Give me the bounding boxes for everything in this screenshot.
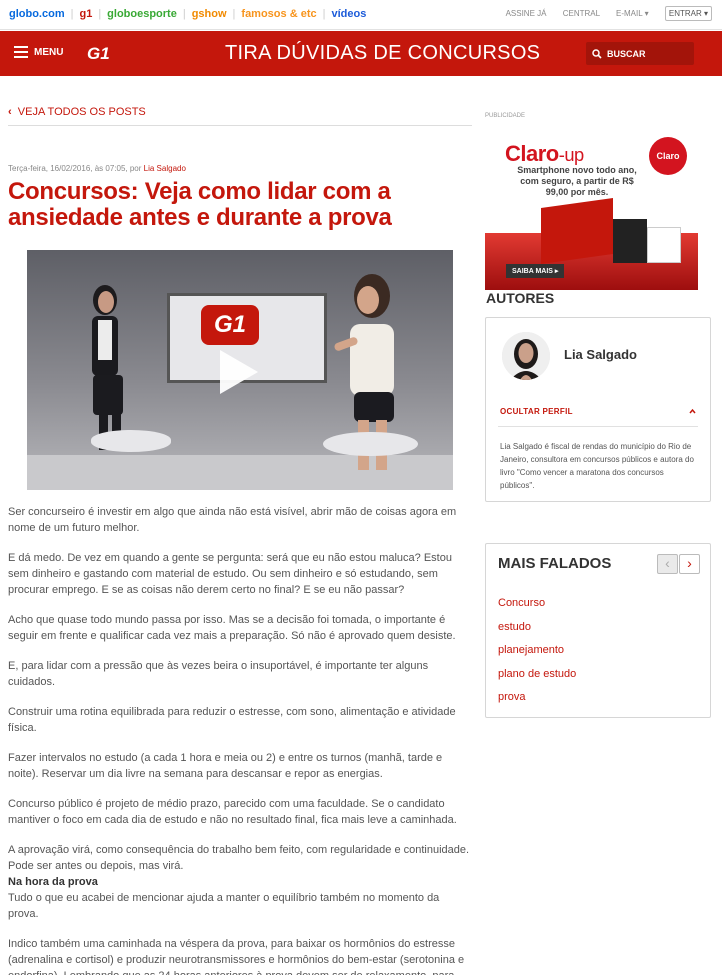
famosos-link[interactable]: famosos & etc (241, 8, 316, 20)
tag-link[interactable]: Concurso (498, 595, 576, 619)
hide-profile-toggle[interactable]: OCULTAR PERFIL (500, 407, 573, 416)
most-discussed-list: Concurso estudo planejamento plano de es… (498, 595, 576, 713)
post-date: Terça-feira, 16/02/2016, às 07:05, por (8, 164, 142, 173)
chevron-left-icon: ‹ (8, 106, 12, 118)
globo-portal-links: globo.com | g1 | globoesporte | gshow | famosos … (9, 8, 372, 20)
post-paragraph: E dá medo. De vez em quando a gente se p… (8, 552, 452, 596)
divider (8, 125, 472, 126)
video-g1-logo: G1 (201, 305, 259, 345)
email-link[interactable]: E-MAIL ▾ (616, 9, 649, 18)
tag-link[interactable]: estudo (498, 619, 576, 643)
video-chair-left (91, 430, 171, 452)
divider (498, 426, 698, 427)
back-link-label: VEJA TODOS OS POSTS (17, 106, 146, 118)
search-button[interactable]: BUSCAR (586, 42, 694, 65)
post-paragraph: Tudo o que eu acabei de mencionar ajuda … (8, 892, 440, 920)
separator: | (322, 8, 326, 20)
post-paragraph: Acho que quase todo mundo passa por isso… (8, 614, 456, 642)
post-paragraph: Concurso público é projeto de médio praz… (8, 798, 457, 826)
videos-link[interactable]: vídeos (331, 8, 366, 20)
separator: | (98, 8, 102, 20)
tag-link[interactable]: plano de estudo (498, 666, 576, 690)
post-author-link[interactable]: Lia Salgado (144, 164, 186, 173)
ad-label: PUBLICIDADE (485, 113, 526, 119)
post-body: Ser concurseiro é investir em algo que a… (8, 504, 470, 975)
post-paragraph: Fazer intervalos no estudo (a cada 1 hor… (8, 752, 443, 780)
gshow-link[interactable]: gshow (192, 8, 227, 20)
authors-heading: AUTORES (486, 290, 555, 306)
advertisement-banner[interactable]: Claro-up Claro Smartphone novo todo ano,… (485, 123, 698, 290)
hamburger-icon (14, 46, 28, 58)
claro-logo: Claro (649, 137, 687, 175)
blog-title[interactable]: TIRA DÚVIDAS DE CONCURSOS (225, 42, 540, 65)
chevron-up-icon[interactable] (689, 408, 696, 415)
menu-button[interactable]: MENU (14, 46, 63, 58)
post-paragraph: Indico também uma caminhada na véspera d… (8, 938, 465, 975)
post-paragraph: Ser concurseiro é investir em algo que a… (8, 506, 457, 534)
post-paragraph: A aprovação virá, como consequência do t… (8, 844, 470, 872)
most-discussed-title: MAIS FALADOS (498, 555, 612, 572)
most-discussed-widget: MAIS FALADOS ‹ › Concurso estudo planeja… (485, 543, 711, 718)
site-header: MENU G1 TIRA DÚVIDAS DE CONCURSOS BUSCAR (0, 31, 722, 76)
post-subheading: Na hora da prova (8, 876, 98, 888)
search-icon (592, 48, 602, 59)
g1-link[interactable]: g1 (79, 8, 92, 20)
globo-account-links: ASSINE JÁ CENTRAL E-MAIL ▾ ENTRAR ▾ (492, 6, 712, 21)
assine-link[interactable]: ASSINE JÁ (506, 9, 547, 18)
post-paragraph: E, para lidar com a pressão que às vezes… (8, 660, 429, 688)
author-bio: Lia Salgado é fiscal de rendas do municí… (500, 442, 694, 490)
ad-brand: Claro (505, 141, 559, 166)
video-chair-right (323, 432, 418, 456)
login-button[interactable]: ENTRAR ▾ (664, 6, 712, 21)
next-button[interactable]: › (679, 554, 700, 574)
g1-logo[interactable]: G1 (87, 44, 110, 64)
ad-text: Smartphone novo todo ano, com seguro, a … (517, 165, 637, 197)
separator: | (182, 8, 186, 20)
video-player[interactable]: G1 (27, 250, 453, 490)
ad-product: -up (558, 144, 585, 165)
post-title: Concursos: Veja como lidar com a ansieda… (8, 178, 392, 231)
ad-cta-button[interactable]: SAIBA MAIS ▸ (506, 264, 565, 278)
price-box-image (647, 227, 681, 263)
phone-box-image (613, 219, 647, 263)
globoesporte-link[interactable]: globoesporte (107, 8, 177, 20)
gift-box-image (541, 197, 613, 265)
ad-headline: Claro-up (505, 141, 584, 167)
author-avatar[interactable] (502, 332, 550, 380)
previous-button[interactable]: ‹ (657, 554, 678, 574)
tag-link[interactable]: planejamento (498, 642, 576, 666)
play-icon[interactable] (220, 350, 258, 394)
globo-top-bar: globo.com | g1 | globoesporte | gshow | famosos … (0, 0, 722, 30)
author-card: Lia Salgado OCULTAR PERFIL Lia Salgado é… (485, 317, 711, 502)
author-portrait (502, 332, 550, 380)
central-link[interactable]: CENTRAL (563, 9, 600, 18)
separator: | (70, 8, 74, 20)
tag-link[interactable]: prova (498, 689, 576, 713)
post-paragraph: Construir uma rotina equilibrada para re… (8, 706, 456, 734)
separator: | (232, 8, 236, 20)
menu-label: MENU (34, 46, 64, 58)
search-label: BUSCAR (607, 48, 646, 59)
author-name[interactable]: Lia Salgado (564, 347, 637, 362)
video-presenter-left (92, 285, 123, 450)
globo-link[interactable]: globo.com (9, 8, 65, 20)
post-meta: Terça-feira, 16/02/2016, às 07:05, por L… (8, 164, 186, 173)
back-to-posts-link[interactable]: ‹ VEJA TODOS OS POSTS (8, 106, 146, 118)
